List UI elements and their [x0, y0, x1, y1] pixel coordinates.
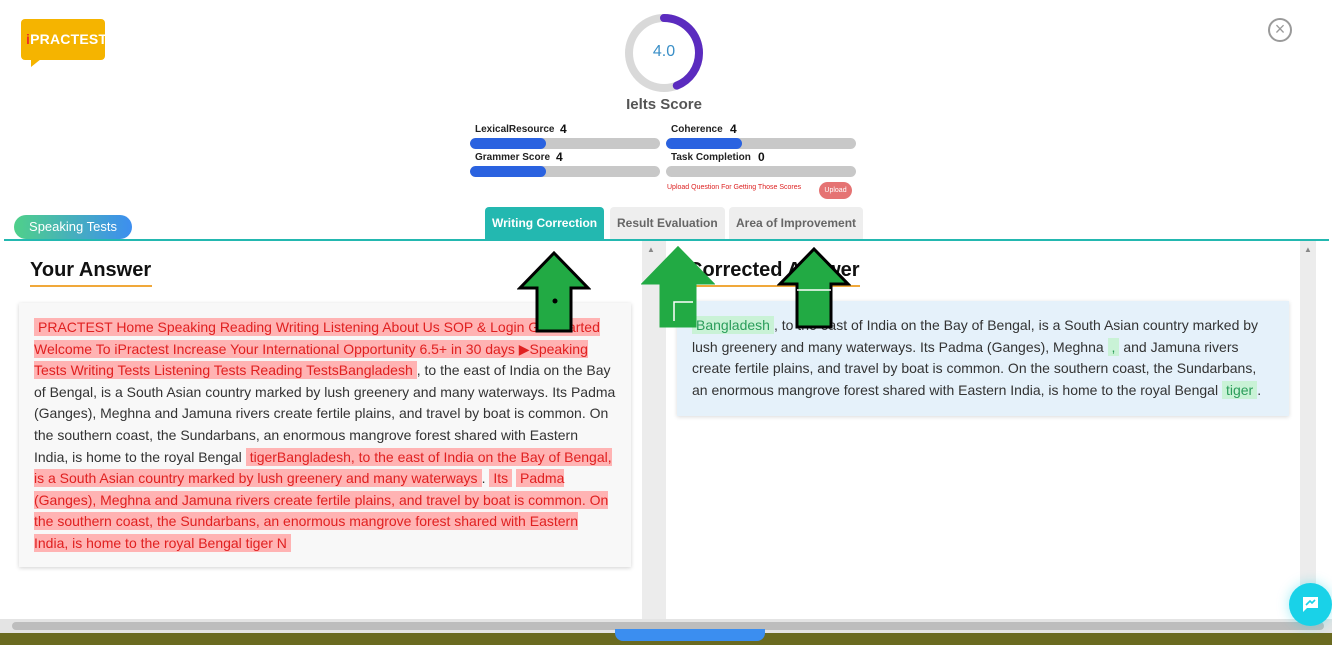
- your-answer-title: Your Answer: [30, 259, 152, 281]
- error-highlight: Its: [489, 469, 513, 488]
- metric-name: Grammer Score: [475, 152, 551, 163]
- metric-value: 4: [556, 150, 563, 164]
- correct-highlight: ,: [1107, 337, 1120, 356]
- answer-text: .: [1257, 381, 1262, 398]
- metric-name: Task Completion: [671, 152, 751, 163]
- scroll-up-icon[interactable]: ▲: [1304, 245, 1312, 254]
- ipractest-logo[interactable]: iPRACTEST: [21, 19, 108, 67]
- title-underline: [30, 285, 152, 287]
- score-label: Ielts Score: [626, 96, 702, 113]
- metric-value: 4: [730, 122, 737, 136]
- logo-text: iPRACTEST: [26, 31, 108, 47]
- correct-highlight: tiger: [1221, 380, 1258, 399]
- corrected-answer-text: Bangladesh, to the east of India on the …: [677, 301, 1289, 416]
- up-arrow-icon: [777, 246, 851, 329]
- metric-bar: [470, 138, 660, 149]
- right-scrollbar[interactable]: ▲: [1300, 241, 1316, 619]
- upload-note: Upload Question For Getting Those Scores: [667, 184, 802, 191]
- metric-fill: [470, 138, 546, 149]
- chat-button[interactable]: [1289, 583, 1332, 626]
- metric-fill: [470, 166, 546, 177]
- close-icon[interactable]: ×: [1268, 18, 1292, 42]
- tab-result-evaluation[interactable]: Result Evaluation: [610, 207, 725, 240]
- up-arrow-icon: [641, 245, 715, 328]
- score-value: 4.0: [652, 43, 676, 60]
- tab-area-of-improvement[interactable]: Area of Improvement: [729, 207, 864, 240]
- bottom-pill[interactable]: [615, 629, 765, 641]
- metric-name: Coherence: [671, 124, 723, 135]
- answer-text: .: [481, 470, 486, 487]
- metric-fill: [666, 138, 742, 149]
- speaking-tests-button[interactable]: Speaking Tests: [14, 215, 132, 239]
- metric-value: 0: [758, 150, 765, 164]
- metric-bar: [666, 166, 856, 177]
- your-answer-text: PRACTEST Home Speaking Reading Writing L…: [19, 303, 631, 567]
- up-arrow-icon: [517, 250, 591, 333]
- app-root: iPRACTEST × 4.0 Ielts Score LexicalResou…: [0, 0, 1332, 645]
- metric-bar: [470, 166, 660, 177]
- metric-name: LexicalResource: [475, 124, 555, 135]
- metric-bar: [666, 138, 856, 149]
- chat-icon: [1303, 597, 1318, 612]
- tab-writing-correction[interactable]: Writing Correction: [485, 207, 605, 240]
- metric-value: 4: [560, 122, 567, 136]
- corrected-answer-panel[interactable]: [666, 241, 1300, 619]
- upload-button[interactable]: Upload: [819, 182, 852, 199]
